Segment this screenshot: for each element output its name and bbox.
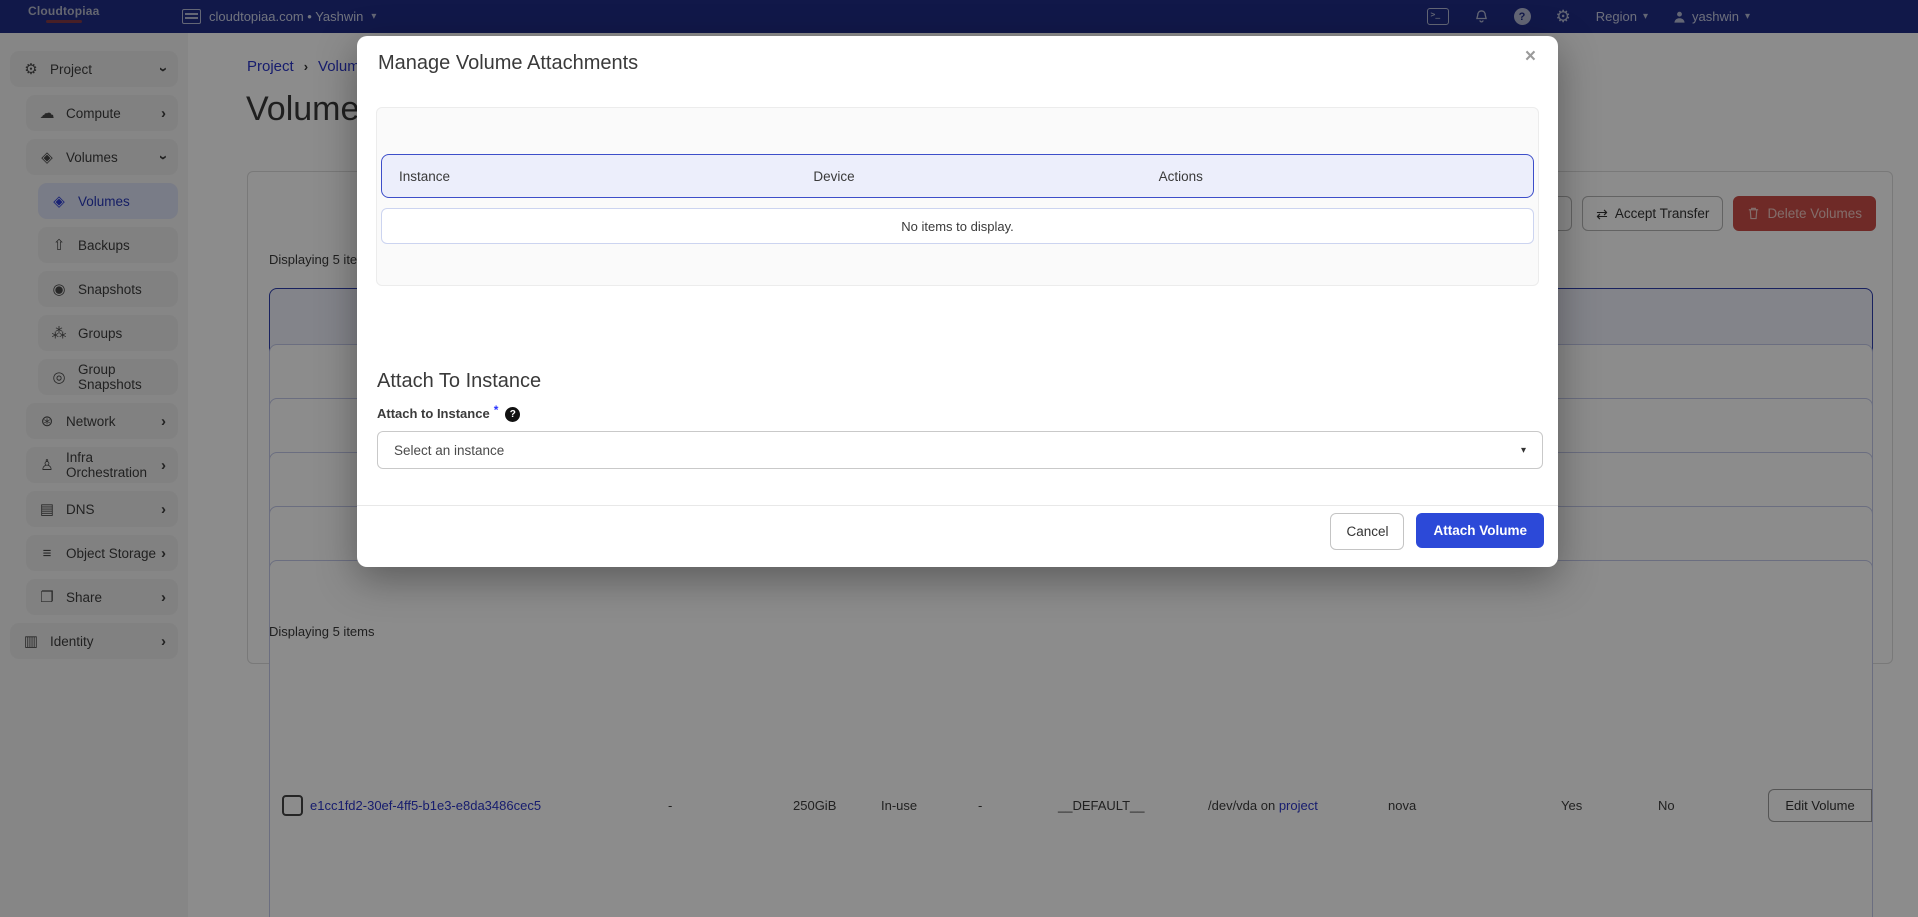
column-header-device: Device (796, 169, 1141, 184)
empty-state-message: No items to display. (381, 208, 1534, 244)
instance-select[interactable]: Select an instance ▾ (377, 431, 1543, 469)
column-header-instance: Instance (382, 169, 796, 184)
cancel-button[interactable]: Cancel (1330, 513, 1404, 550)
attach-volume-button[interactable]: Attach Volume (1416, 513, 1544, 548)
chevron-down-icon: ▾ (1521, 445, 1526, 456)
required-asterisk: * (494, 403, 499, 417)
attach-to-instance-label: Attach to Instance * ? (377, 406, 520, 422)
column-header-actions: Actions (1142, 169, 1533, 184)
attachments-panel: Instance Device Actions No items to disp… (376, 107, 1539, 286)
instance-select-value: Select an instance (394, 443, 504, 458)
modal-footer: Cancel Attach Volume (1330, 513, 1544, 550)
attach-section-title: Attach To Instance (377, 370, 541, 393)
help-icon[interactable]: ? (505, 407, 520, 422)
attachments-table-header: Instance Device Actions (381, 154, 1534, 198)
close-icon[interactable]: × (1525, 47, 1536, 66)
manage-volume-attachments-modal: Manage Volume Attachments × Instance Dev… (357, 36, 1558, 567)
modal-title: Manage Volume Attachments (378, 52, 638, 75)
modal-footer-divider (357, 505, 1558, 506)
app-root: Cloudtopiaa cloudtopiaa.com • Yashwin ▾ … (0, 0, 1918, 917)
